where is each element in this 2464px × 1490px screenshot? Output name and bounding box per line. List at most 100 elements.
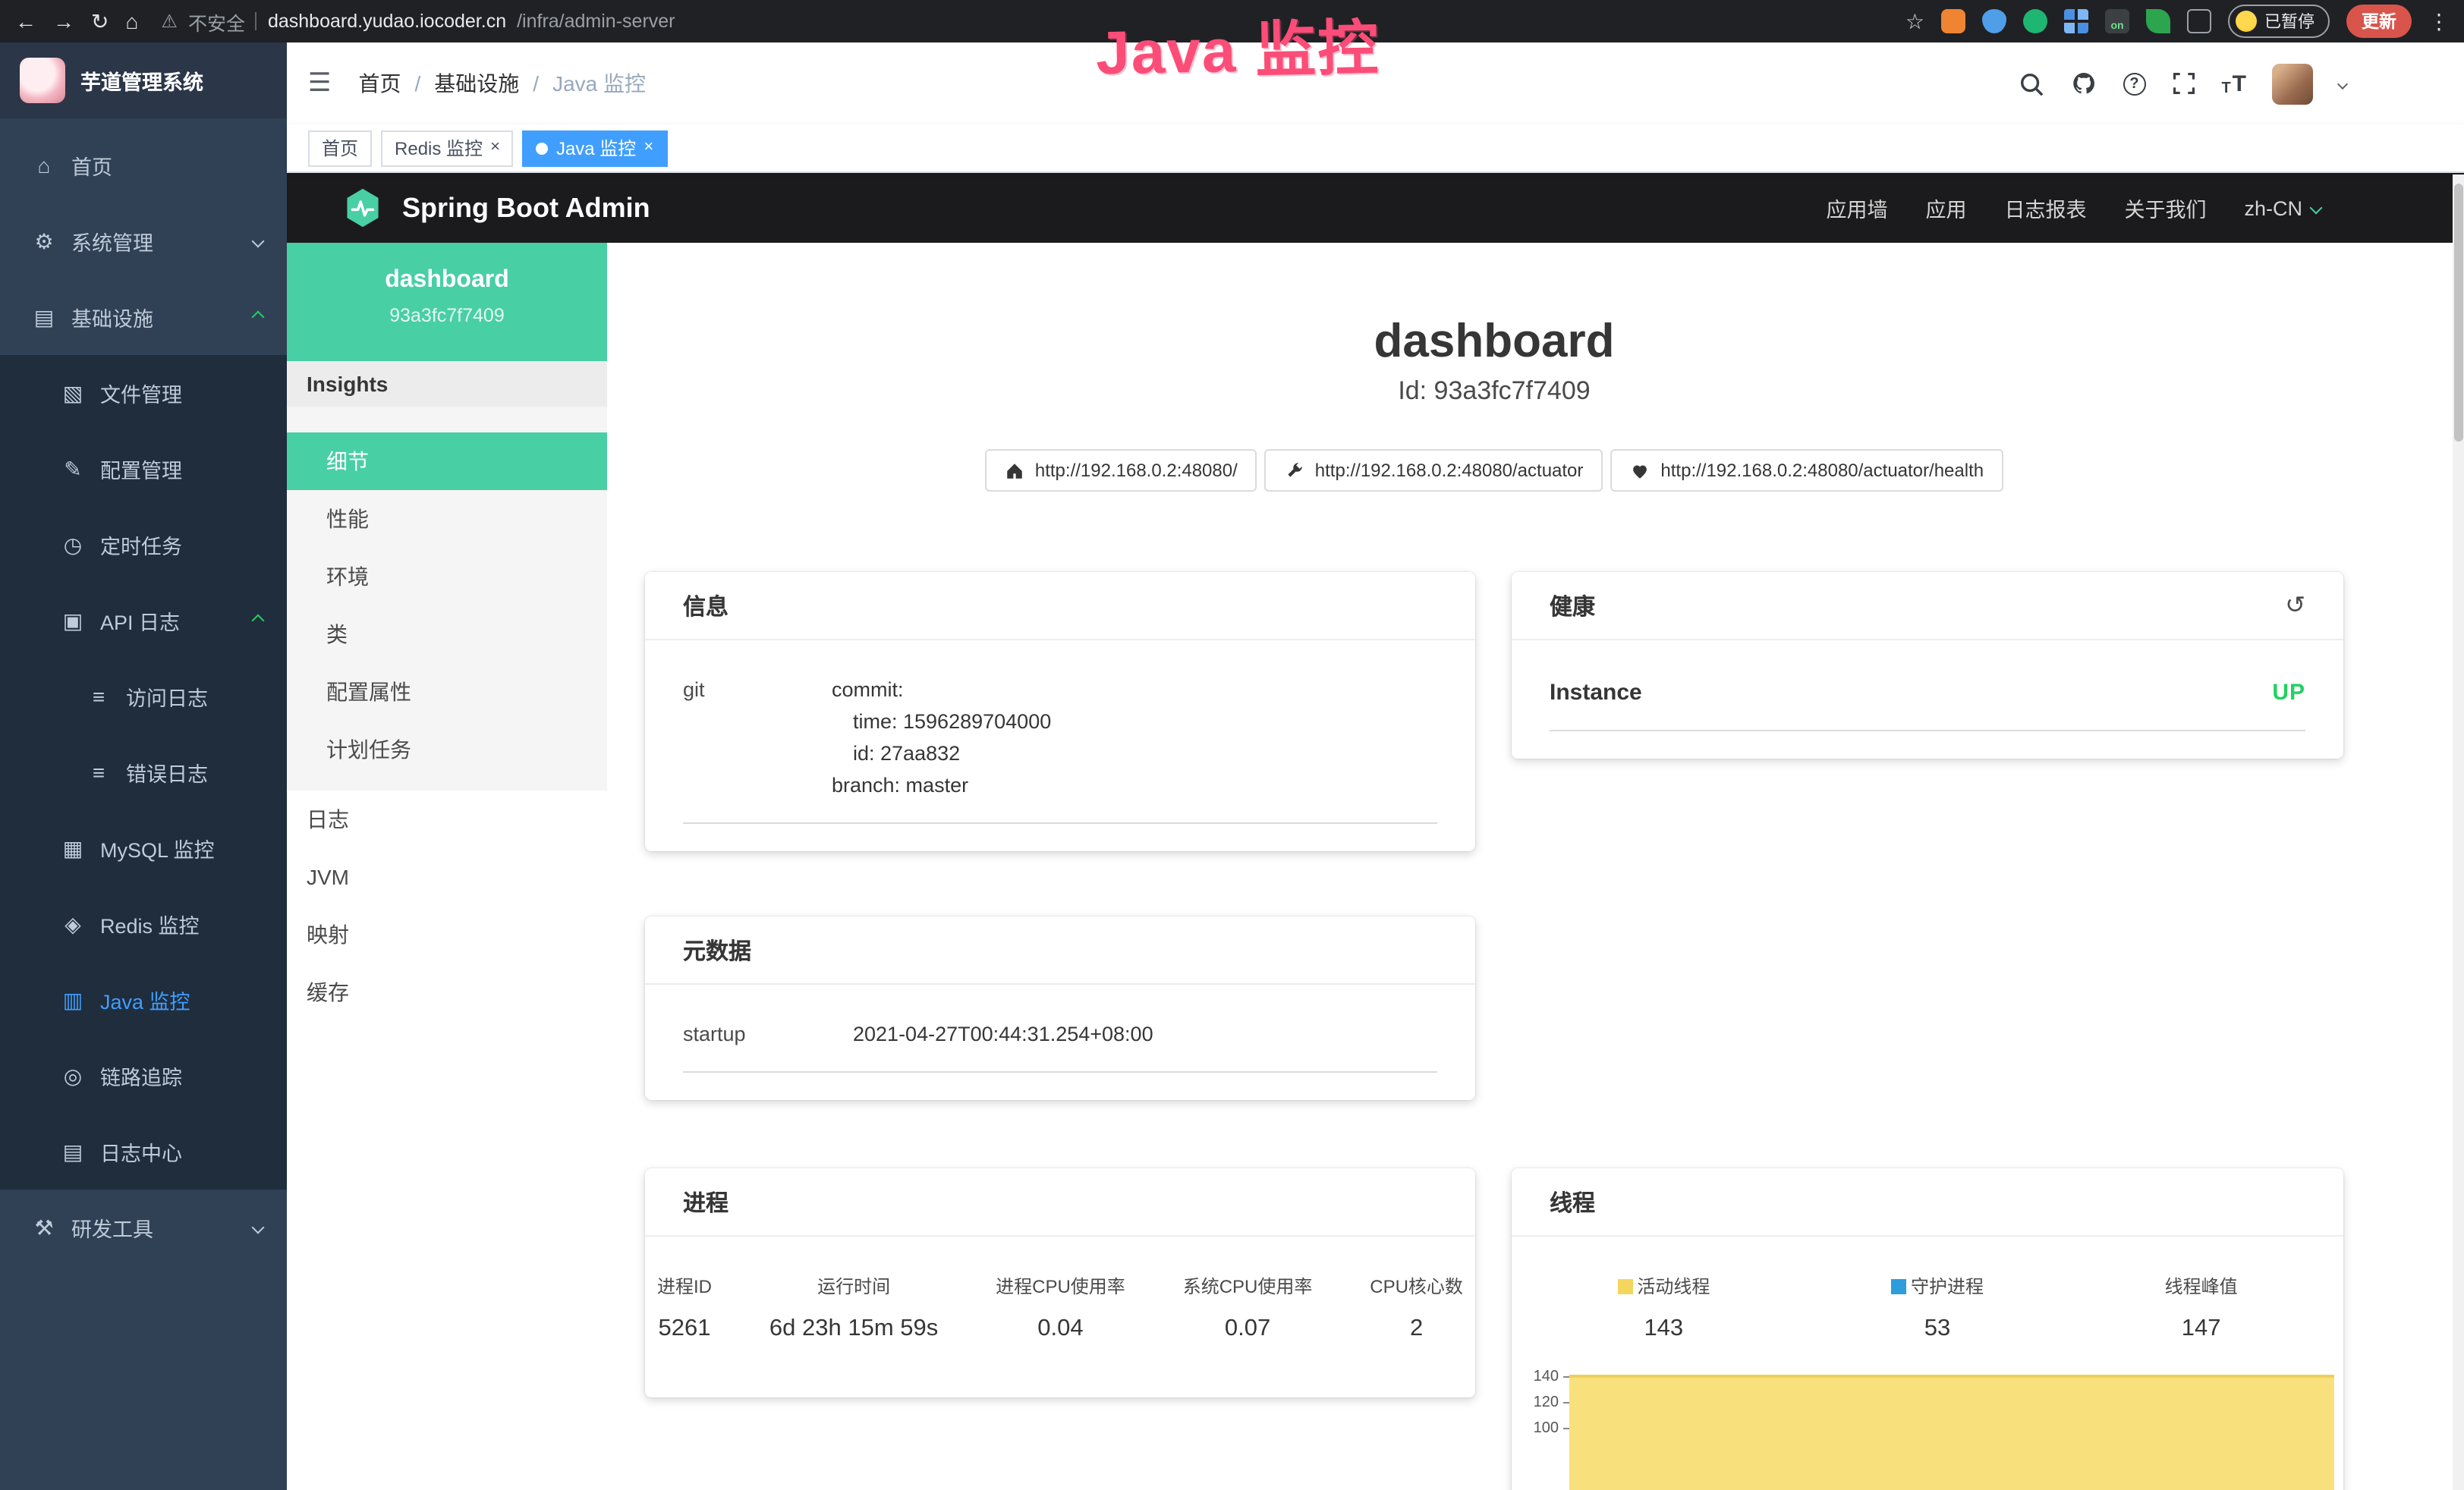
nav-journal[interactable]: 日志报表	[2004, 193, 2086, 223]
nav-about[interactable]: 关于我们	[2124, 193, 2206, 223]
sba-item-configprops[interactable]: 配置属性	[287, 663, 607, 721]
link-label: http://192.168.0.2:48080/actuator	[1315, 460, 1584, 481]
health-url-link[interactable]: http://192.168.0.2:48080/actuator/health	[1610, 449, 2003, 492]
git-label: git	[683, 674, 832, 801]
process-card-title: 进程	[645, 1168, 1475, 1237]
sba-item-details[interactable]: 细节	[287, 432, 607, 490]
app-logo-image	[20, 58, 65, 103]
sidebar-item-api-log[interactable]: ▣ API 日志	[0, 583, 287, 659]
sidebar-item-access-log[interactable]: ≡ 访问日志	[0, 659, 287, 734]
sidebar-item-log-center[interactable]: ▤ 日志中心	[0, 1114, 287, 1190]
sidebar-item-mysql-monitor[interactable]: ▦ MySQL 监控	[0, 810, 287, 886]
extension-green-circle-icon[interactable]	[2023, 9, 2047, 33]
hamburger-icon[interactable]: ☰	[308, 68, 332, 99]
tab-home[interactable]: 首页	[308, 130, 372, 166]
bookmark-star-icon[interactable]: ☆	[1905, 8, 1924, 34]
legend-label: 活动线程	[1617, 1273, 1710, 1299]
user-avatar[interactable]	[2272, 63, 2313, 104]
breadcrumb-infra[interactable]: 基础设施	[434, 68, 519, 99]
close-icon[interactable]: ×	[490, 140, 500, 156]
help-icon[interactable]: ?	[2123, 72, 2145, 95]
sba-item-scheduled-tasks[interactable]: 计划任务	[287, 721, 607, 778]
github-icon[interactable]	[2069, 70, 2097, 97]
extension-grid-icon[interactable]	[2064, 9, 2088, 33]
sidebar-item-config-manage[interactable]: ✎ 配置管理	[0, 431, 287, 507]
scrollbar-thumb[interactable]	[2454, 184, 2463, 442]
health-card-title: 健康 ↺	[1512, 572, 2343, 640]
admin-sidebar: 芋道管理系统 ⌂ 首页 ⚙ 系统管理 ▤ 基础设施	[0, 42, 287, 1490]
browser-menu-icon[interactable]: ⋮	[2428, 8, 2450, 34]
sidebar-item-dev-tools[interactable]: ⚒ 研发工具	[0, 1190, 287, 1265]
tab-java-monitor[interactable]: Java 监控 ×	[523, 130, 667, 166]
address-bar[interactable]: ⚠ 不安全 dashboard.yudao.iocoder.cn/infra/a…	[161, 7, 1882, 36]
sba-item-classes[interactable]: 类	[287, 605, 607, 663]
page-title: dashboard	[645, 313, 2343, 370]
nav-wall[interactable]: 应用墙	[1826, 193, 1887, 223]
sidebar-item-home[interactable]: ⌂ 首页	[0, 127, 287, 203]
sidebar-item-infra[interactable]: ▤ 基础设施	[0, 279, 287, 355]
sba-item-environment[interactable]: 环境	[287, 548, 607, 605]
metric-value: 6d 23h 15m 59s	[769, 1316, 938, 1343]
sidebar-item-scheduled-jobs[interactable]: ◷ 定时任务	[0, 507, 287, 583]
browser-profile-chip[interactable]: 已暂停	[2228, 5, 2330, 38]
metadata-card: 元数据 startup 2021-04-27T00:44:31.254+08:0…	[645, 916, 1475, 1100]
fullscreen-icon[interactable]	[2171, 71, 2195, 96]
sba-item-performance[interactable]: 性能	[287, 490, 607, 548]
sidebar-item-label: Redis 监控	[100, 909, 263, 939]
sidebar-item-redis-monitor[interactable]: ◈ Redis 监控	[0, 886, 287, 962]
extension-leaf-icon[interactable]	[2146, 9, 2170, 33]
info-card-title: 信息	[645, 572, 1475, 640]
sba-instance-header[interactable]: dashboard 93a3fc7f7409	[287, 243, 607, 361]
instance-name: dashboard	[287, 267, 607, 294]
sba-navbar: Spring Boot Admin 应用墙 应用 日志报表 关于我们 zh-CN	[287, 173, 2464, 243]
browser-reload-icon[interactable]: ↻	[91, 11, 109, 32]
breadcrumb-separator: /	[533, 71, 539, 96]
extension-drop-icon[interactable]	[1982, 9, 2006, 33]
home-icon: ⌂	[32, 153, 56, 178]
wrench-icon	[1285, 461, 1304, 480]
search-icon[interactable]	[2018, 71, 2044, 96]
y-tick-label: 120	[1534, 1394, 1559, 1411]
infra-submenu: ▧ 文件管理 ✎ 配置管理 ◷ 定时任务 ▣ API 日志	[0, 355, 287, 1190]
sidebar-menu: ⌂ 首页 ⚙ 系统管理 ▤ 基础设施 ▧ 文件管理	[0, 118, 287, 1265]
service-url-link[interactable]: http://192.168.0.2:48080/	[985, 449, 1257, 492]
legend-text: 活动线程	[1637, 1276, 1710, 1297]
avatar-caret-icon[interactable]	[2337, 78, 2348, 89]
font-size-icon[interactable]: T T	[2221, 71, 2246, 96]
log-icon: ▣	[61, 608, 85, 633]
breadcrumb-home[interactable]: 首页	[359, 68, 401, 99]
metric-pid: 进程ID 5261	[657, 1273, 712, 1343]
sidebar-item-error-log[interactable]: ≡ 错误日志	[0, 734, 287, 810]
sidebar-item-system[interactable]: ⚙ 系统管理	[0, 203, 287, 279]
actuator-url-link[interactable]: http://192.168.0.2:48080/actuator	[1265, 449, 1603, 492]
browser-update-button[interactable]: 更新	[2346, 5, 2412, 38]
trace-icon: ◎	[61, 1063, 85, 1089]
app-title: 芋道管理系统	[80, 65, 203, 96]
git-time-line: time: 1596289704000	[832, 706, 1051, 737]
sba-item-logs[interactable]: 日志	[287, 791, 607, 848]
sba-item-mappings[interactable]: 映射	[287, 906, 607, 963]
sidebar-item-file-manage[interactable]: ▧ 文件管理	[0, 355, 287, 431]
browser-back-icon[interactable]: ←	[15, 11, 36, 32]
browser-home-icon[interactable]: ⌂	[125, 11, 138, 32]
browser-forward-icon[interactable]: →	[53, 11, 74, 32]
extensions-puzzle-icon[interactable]	[2187, 9, 2211, 33]
scrollbar[interactable]	[2453, 174, 2464, 1490]
metric-label: 进程CPU使用率	[996, 1273, 1125, 1299]
tab-redis-monitor[interactable]: Redis 监控 ×	[381, 130, 514, 166]
sidebar-item-tracing[interactable]: ◎ 链路追踪	[0, 1038, 287, 1114]
extension-orange-icon[interactable]	[1941, 9, 1965, 33]
sba-item-caches[interactable]: 缓存	[287, 963, 607, 1021]
sidebar-item-label: 配置管理	[100, 454, 263, 484]
sba-item-jvm[interactable]: JVM	[287, 848, 607, 906]
app-logo[interactable]: 芋道管理系统	[0, 42, 287, 118]
sba-nav: 应用墙 应用 日志报表 关于我们 zh-CN	[1826, 193, 2321, 223]
sba-brand-title[interactable]: Spring Boot Admin	[402, 192, 650, 224]
sidebar-item-java-monitor[interactable]: ▥ Java 监控	[0, 962, 287, 1038]
close-icon[interactable]: ×	[644, 140, 653, 156]
nav-applications[interactable]: 应用	[1925, 193, 1966, 223]
extension-on-badge-icon[interactable]: on	[2105, 9, 2129, 33]
history-icon[interactable]: ↺	[2285, 590, 2305, 621]
locale-selector[interactable]: zh-CN	[2244, 196, 2321, 219]
sba-body: dashboard 93a3fc7f7409 Insights 细节 性能 环境…	[287, 243, 2464, 1490]
